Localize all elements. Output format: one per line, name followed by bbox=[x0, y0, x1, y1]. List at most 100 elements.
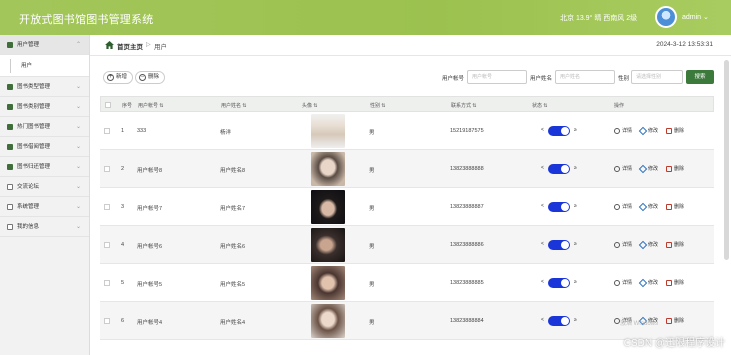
cell-account: 用户帐号4 bbox=[137, 320, 163, 326]
sidebar-item-system[interactable]: 系统管理 ⌄ bbox=[0, 197, 89, 217]
table-header: 序号 用户帐号 ⇅ 用户姓名 ⇅ 头像 ⇅ 性别 ⇅ 联系方式 ⇅ 状态 ⇅ 操… bbox=[100, 96, 714, 112]
cell-account: 用户帐号6 bbox=[137, 244, 163, 250]
remove-button[interactable]: 删除 bbox=[666, 203, 684, 210]
detail-button[interactable]: 详情 bbox=[614, 241, 632, 248]
edit-button[interactable]: 修改 bbox=[638, 126, 658, 135]
sidebar-subitem-user[interactable]: 用户 bbox=[10, 59, 50, 73]
trash-icon bbox=[666, 241, 672, 248]
user-avatar-photo bbox=[311, 190, 345, 224]
account-filter-input[interactable]: 用户帐号 bbox=[467, 70, 527, 84]
detail-label: 详情 bbox=[622, 280, 633, 286]
edit-icon bbox=[638, 278, 648, 287]
chevron-down-icon: ⌄ bbox=[75, 124, 81, 130]
sidebar-submenu: 用户 bbox=[0, 55, 89, 77]
edit-icon bbox=[638, 202, 648, 211]
breadcrumb-current: 用户 bbox=[154, 44, 167, 51]
delete-button[interactable]: − 删除 bbox=[135, 71, 166, 84]
table-row: 5 用户帐号5 用户姓名5 男 13823888885 < ≥ 详情 修改 删除 bbox=[100, 264, 714, 302]
edit-button[interactable]: 修改 bbox=[638, 240, 658, 249]
status-toggle[interactable] bbox=[548, 316, 570, 326]
main-content: 首页主页 ▷ 用户 2024-3-12 13:53:31 + 新增 − 删除 用… bbox=[90, 35, 731, 355]
row-checkbox[interactable] bbox=[104, 204, 110, 210]
sidebar-item-book-type[interactable]: 图书类型管理 ⌄ bbox=[0, 77, 89, 97]
sidebar-item-label: 我的信息 bbox=[17, 224, 40, 230]
row-checkbox[interactable] bbox=[104, 242, 110, 248]
trash-icon bbox=[666, 279, 672, 286]
remove-button[interactable]: 删除 bbox=[666, 165, 684, 172]
search-button[interactable]: 搜索 bbox=[686, 70, 714, 84]
vertical-scrollbar[interactable] bbox=[724, 60, 729, 260]
toggle-left-icon: < bbox=[541, 165, 544, 171]
status-toggle[interactable] bbox=[548, 164, 570, 174]
col-header-name[interactable]: 用户姓名 ⇅ bbox=[221, 102, 247, 109]
sidebar-item-label: 交流论坛 bbox=[17, 184, 40, 190]
remove-button[interactable]: 删除 bbox=[666, 317, 684, 324]
remove-button[interactable]: 删除 bbox=[666, 279, 684, 286]
name-filter-input[interactable]: 用户姓名 bbox=[555, 70, 615, 84]
edit-label: 修改 bbox=[648, 280, 659, 286]
sidebar-item-borrow[interactable]: 图书借阅管理 ⌄ bbox=[0, 137, 89, 157]
cell-phone: 13823888885 bbox=[450, 280, 484, 286]
sidebar-item-label: 系统管理 bbox=[17, 204, 40, 210]
status-toggle[interactable] bbox=[548, 202, 570, 212]
cell-phone: 13823888884 bbox=[450, 318, 484, 324]
sidebar-item-forum[interactable]: 交流论坛 ⌄ bbox=[0, 177, 89, 197]
sidebar-item-label: 图书归还管理 bbox=[17, 164, 51, 170]
remove-button[interactable]: 删除 bbox=[666, 241, 684, 248]
cell-name: 用户姓名5 bbox=[220, 282, 246, 288]
book-icon bbox=[7, 144, 13, 150]
profile-icon bbox=[7, 224, 13, 230]
edit-button[interactable]: 修改 bbox=[638, 278, 659, 287]
row-checkbox[interactable] bbox=[104, 280, 110, 286]
row-checkbox[interactable] bbox=[104, 128, 110, 134]
trash-icon bbox=[666, 203, 672, 210]
chevron-up-icon: ⌃ bbox=[75, 42, 81, 48]
sidebar-item-return[interactable]: 图书归还管理 ⌄ bbox=[0, 157, 89, 177]
gender-select[interactable]: 请选择性别 bbox=[631, 70, 683, 84]
remove-button[interactable]: 删除 bbox=[666, 127, 684, 134]
detail-button[interactable]: 详情 bbox=[614, 203, 632, 210]
user-avatar-photo bbox=[311, 266, 345, 300]
table-row: 1 333 杨洋 男 15219187575 < ≥ 详情 修改 删除 bbox=[100, 112, 714, 150]
col-header-gender[interactable]: 性别 ⇅ bbox=[370, 102, 386, 109]
col-header-phone[interactable]: 联系方式 ⇅ bbox=[451, 102, 477, 109]
weather-info: 北京 13.9° 晴 西南风 2级 bbox=[560, 15, 638, 22]
select-all-checkbox[interactable] bbox=[105, 102, 111, 108]
cell-no: 2 bbox=[121, 166, 125, 172]
edit-button[interactable]: 修改 bbox=[638, 202, 658, 211]
sidebar-item-book-category[interactable]: 图书类别管理 ⌄ bbox=[0, 97, 89, 117]
avatar[interactable] bbox=[655, 6, 677, 28]
chevron-down-icon: ⌄ bbox=[75, 104, 81, 110]
sidebar-item-label: 图书借阅管理 bbox=[17, 144, 51, 150]
cell-no: 5 bbox=[121, 280, 125, 286]
home-icon[interactable] bbox=[105, 41, 114, 49]
col-header-status[interactable]: 状态 ⇅ bbox=[532, 102, 548, 109]
search-icon bbox=[614, 279, 620, 286]
cell-account: 用户帐号5 bbox=[137, 282, 163, 288]
toggle-left-icon: < bbox=[541, 241, 544, 247]
add-button[interactable]: + 新增 bbox=[103, 71, 134, 84]
row-checkbox[interactable] bbox=[104, 318, 110, 324]
col-header-avatar[interactable]: 头像 ⇅ bbox=[302, 102, 318, 109]
cell-account: 用户帐号7 bbox=[137, 206, 163, 212]
status-toggle[interactable] bbox=[548, 278, 570, 288]
delete-button-label: 删除 bbox=[148, 74, 160, 80]
col-header-account[interactable]: 用户帐号 ⇅ bbox=[138, 102, 164, 109]
row-checkbox[interactable] bbox=[104, 166, 110, 172]
sidebar-item-hot-books[interactable]: 热门图书管理 ⌄ bbox=[0, 117, 89, 137]
user-menu[interactable]: admin ⌄ bbox=[682, 13, 709, 21]
toggle-right-icon: ≥ bbox=[574, 127, 577, 133]
cell-no: 6 bbox=[121, 318, 125, 324]
status-toggle[interactable] bbox=[548, 126, 570, 136]
status-toggle[interactable] bbox=[548, 240, 570, 250]
toggle-left-icon: < bbox=[541, 279, 544, 285]
cell-gender: 男 bbox=[369, 282, 375, 288]
detail-button[interactable]: 详情 bbox=[614, 279, 632, 286]
edit-button[interactable]: 修改 bbox=[638, 164, 658, 173]
remove-label: 删除 bbox=[674, 318, 685, 324]
detail-button[interactable]: 详情 bbox=[614, 165, 632, 172]
detail-button[interactable]: 详情 bbox=[614, 127, 632, 134]
sidebar-item-user-mgmt[interactable]: 用户管理 ⌃ bbox=[0, 35, 89, 55]
sidebar-item-my-info[interactable]: 我的信息 ⌄ bbox=[0, 217, 89, 237]
breadcrumb-home[interactable]: 首页主页 bbox=[117, 41, 143, 51]
